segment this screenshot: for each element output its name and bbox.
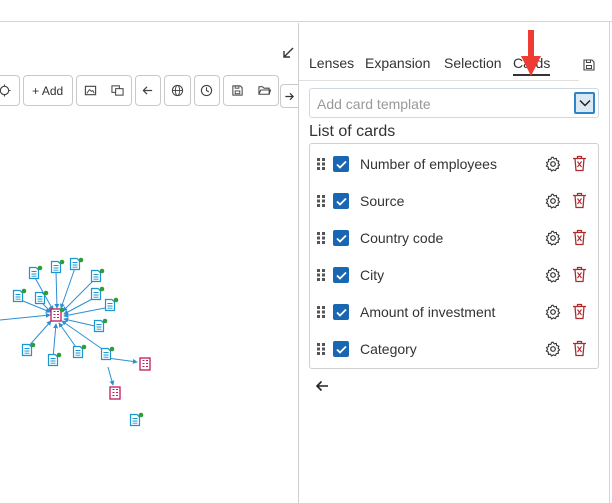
card-label: Category <box>360 341 417 357</box>
list-item: City <box>310 257 598 294</box>
tabs-underline <box>299 80 579 81</box>
back-arrow-icon[interactable] <box>314 378 330 394</box>
trash-icon[interactable] <box>572 340 587 357</box>
target-button[interactable] <box>0 75 20 106</box>
card-checkbox[interactable] <box>333 193 349 209</box>
view-button-group <box>75 75 132 106</box>
list-item: Source <box>310 183 598 220</box>
list-item: Country code <box>310 220 598 257</box>
card-label: Amount of investment <box>360 304 496 320</box>
chevron-down-icon <box>578 99 591 107</box>
card-checkbox[interactable] <box>333 304 349 320</box>
drag-handle-icon[interactable] <box>317 232 325 244</box>
window-top-bar <box>0 0 612 22</box>
cards-list: Number of employees Source Country code … <box>309 143 599 369</box>
checkmark-icon <box>335 234 347 243</box>
undo-button[interactable] <box>134 75 162 106</box>
back-arrow-icon <box>142 86 153 95</box>
checkmark-icon <box>335 160 347 169</box>
graph-canvas[interactable]: + Add <box>0 23 298 503</box>
gear-icon[interactable] <box>545 193 561 209</box>
card-checkbox[interactable] <box>333 156 349 172</box>
checkmark-icon <box>335 308 347 317</box>
gear-icon[interactable] <box>545 230 561 246</box>
card-label: Number of employees <box>360 156 497 172</box>
list-item: Category <box>310 331 598 368</box>
gear-icon[interactable] <box>545 267 561 283</box>
panel-tabs: Lenses Expansion Selection Cards <box>299 30 610 81</box>
clock-icon <box>201 84 213 97</box>
cards-panel: Lenses Expansion Selection Cards Add car… <box>298 23 609 503</box>
open-folder-button[interactable] <box>251 76 278 105</box>
tab-lenses[interactable]: Lenses <box>309 55 354 71</box>
card-label: Source <box>360 193 405 209</box>
save-panel-icon[interactable] <box>582 58 596 72</box>
trash-icon[interactable] <box>572 155 587 172</box>
card-template-select[interactable]: Add card template <box>309 88 599 118</box>
image-icon <box>84 85 96 96</box>
tab-selection[interactable]: Selection <box>444 55 502 71</box>
list-of-cards-title: List of cards <box>309 123 396 140</box>
gear-icon[interactable] <box>545 341 561 357</box>
entity-graph[interactable] <box>0 233 170 443</box>
checkmark-icon <box>335 345 347 354</box>
trash-icon[interactable] <box>572 229 587 246</box>
card-label: Country code <box>360 230 444 246</box>
globe-button[interactable] <box>164 75 191 106</box>
expand-diagonal-icon[interactable] <box>281 46 295 60</box>
drag-handle-icon[interactable] <box>317 195 325 207</box>
history-button[interactable] <box>193 75 220 106</box>
list-item: Number of employees <box>310 146 598 183</box>
drag-handle-icon[interactable] <box>317 343 325 355</box>
red-arrow-marker <box>521 30 541 76</box>
drag-handle-icon[interactable] <box>317 158 325 170</box>
window-right-border <box>609 22 610 503</box>
gear-icon[interactable] <box>545 156 561 172</box>
save-button[interactable] <box>224 76 251 105</box>
trash-icon[interactable] <box>572 192 587 209</box>
folder-icon <box>258 86 271 95</box>
duplicate-icon <box>111 85 124 96</box>
drag-handle-icon[interactable] <box>317 269 325 281</box>
duplicate-button[interactable] <box>104 76 131 105</box>
trash-icon[interactable] <box>572 266 587 283</box>
right-arrow-icon <box>285 92 295 100</box>
card-label: City <box>360 267 385 283</box>
collapse-panel-button[interactable] <box>280 84 298 108</box>
card-checkbox[interactable] <box>333 230 349 246</box>
card-checkbox[interactable] <box>333 267 349 283</box>
gear-icon[interactable] <box>545 304 561 320</box>
template-dropdown-button[interactable] <box>574 92 595 114</box>
canvas-toolbar: + Add <box>0 73 279 108</box>
add-button-label: + Add <box>32 83 64 98</box>
tab-expansion[interactable]: Expansion <box>365 55 430 71</box>
trash-icon[interactable] <box>572 303 587 320</box>
list-item: Amount of investment <box>310 294 598 331</box>
card-template-placeholder: Add card template <box>317 96 431 112</box>
checkmark-icon <box>335 271 347 280</box>
drag-handle-icon[interactable] <box>317 306 325 318</box>
add-button[interactable]: + Add <box>22 75 73 106</box>
image-button[interactable] <box>77 76 104 105</box>
save-icon <box>232 85 243 96</box>
file-button-group <box>222 75 279 106</box>
checkmark-icon <box>335 197 347 206</box>
target-icon <box>0 84 11 97</box>
globe-icon <box>171 84 183 97</box>
card-checkbox[interactable] <box>333 341 349 357</box>
